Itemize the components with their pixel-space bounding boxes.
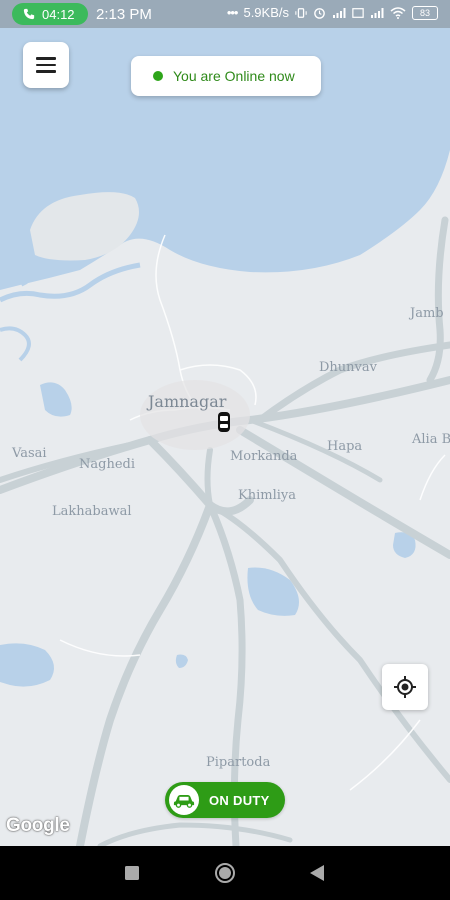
- online-status-text: You are Online now: [173, 68, 295, 84]
- place-label: Khimliya: [238, 488, 296, 503]
- on-duty-toggle[interactable]: ON DUTY: [165, 782, 285, 818]
- lake-3: [0, 643, 54, 687]
- battery-icon: 83: [412, 5, 438, 20]
- car-icon: [173, 794, 195, 808]
- map-view[interactable]: Dhunvav Jamb Jamnagar Vasai Naghedi Mork…: [0, 28, 450, 846]
- signal-icon-1: [333, 7, 346, 18]
- square-icon[interactable]: [125, 866, 139, 880]
- place-label: Naghedi: [79, 457, 135, 472]
- hamburger-line: [36, 63, 56, 67]
- status-indicators: ••• 5.9KB/s 83: [227, 5, 438, 20]
- lake-1: [40, 382, 72, 417]
- battery-level: 83: [419, 7, 430, 18]
- online-status-pill: You are Online now: [131, 56, 321, 96]
- place-label: Dhunvav: [319, 360, 377, 375]
- online-dot-icon: [153, 71, 163, 81]
- navigation-bar: [0, 846, 450, 900]
- call-timer: 04:12: [42, 6, 75, 22]
- status-bar: 04:12 2:13 PM ••• 5.9KB/s 83: [0, 0, 450, 28]
- toggle-knob: [169, 785, 199, 815]
- menu-button[interactable]: [23, 42, 69, 88]
- lake-5: [175, 654, 188, 668]
- my-location-button[interactable]: [382, 664, 428, 710]
- place-label: Alia B: [412, 432, 450, 447]
- google-logo: Google: [6, 815, 70, 836]
- hamburger-menu-icon: [36, 57, 56, 60]
- place-label: Vasai: [12, 446, 47, 461]
- duty-label: ON DUTY: [209, 792, 270, 808]
- hamburger-line: [36, 70, 56, 73]
- circle-icon[interactable]: [214, 862, 236, 884]
- clock: 2:13 PM: [96, 6, 152, 23]
- phone-icon: [23, 8, 35, 20]
- place-label: Pipartoda: [206, 755, 271, 770]
- place-label: Jamb: [410, 306, 444, 321]
- place-label: Hapa: [327, 439, 363, 454]
- more-dots-icon: •••: [226, 5, 239, 20]
- signal-icon-2: [371, 7, 384, 18]
- triangle-back-icon[interactable]: [310, 865, 324, 881]
- place-label: Morkanda: [230, 449, 298, 464]
- wifi-icon: [390, 6, 406, 19]
- alarm-icon: [314, 8, 325, 19]
- my-location-icon: [394, 676, 416, 698]
- ongoing-call-pill[interactable]: 04:12: [12, 3, 88, 25]
- network-speed: 5.9KB/s: [243, 5, 289, 20]
- place-label: Lakhabawal: [52, 504, 132, 519]
- map-graphics: [0, 28, 450, 846]
- data-4g-icon: [352, 7, 364, 18]
- vibrate-icon: [295, 7, 307, 18]
- car-marker: [218, 412, 230, 432]
- place-label: Jamnagar: [148, 392, 227, 411]
